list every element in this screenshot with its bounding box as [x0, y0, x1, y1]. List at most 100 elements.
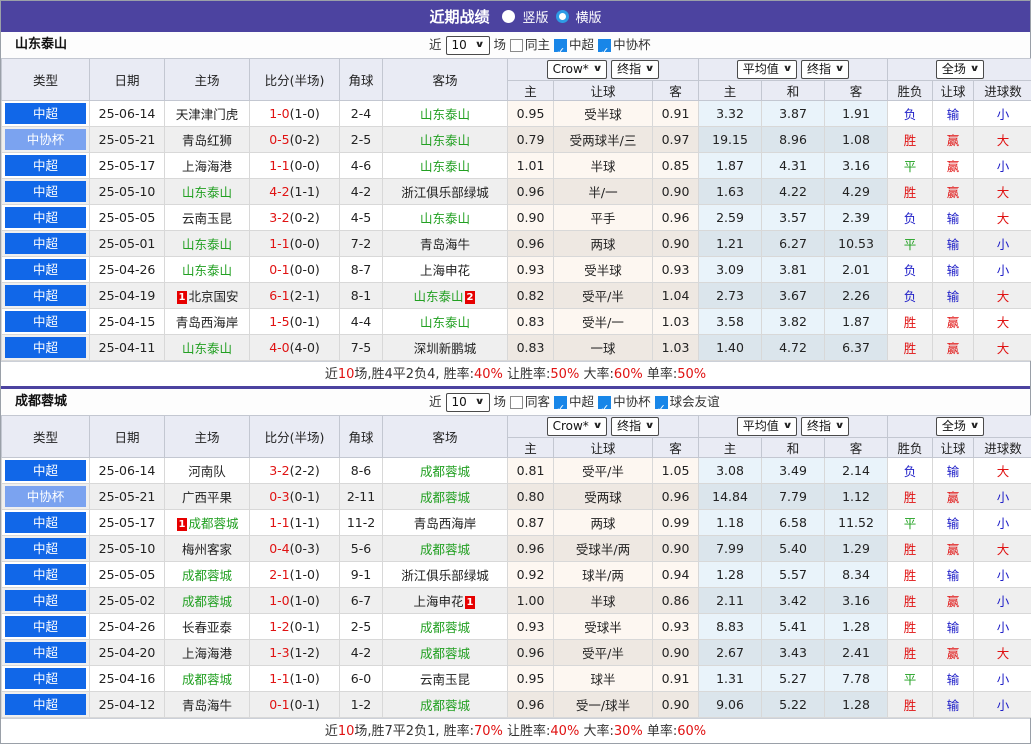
- match-count-select[interactable]: 10∨: [446, 393, 490, 412]
- league-checkbox[interactable]: 中协杯: [598, 389, 651, 415]
- competition-badge: 中超: [5, 155, 86, 176]
- away-odds-cell: 0.94: [653, 562, 699, 588]
- team-label: 青岛红狮: [182, 133, 232, 148]
- match-count-select[interactable]: 10∨: [446, 36, 490, 55]
- avg-away-cell: 3.16: [825, 153, 888, 179]
- result-cell: 平: [888, 666, 933, 692]
- halftime-score: (1-2): [290, 645, 320, 660]
- away-odds-cell: 0.96: [653, 205, 699, 231]
- checkbox-icon: [510, 396, 523, 409]
- average-select[interactable]: 平均值∨: [737, 60, 797, 79]
- result-cell: 负: [888, 283, 933, 309]
- type-cell: 中超: [2, 458, 90, 484]
- fulltime-group-header: 全场∨: [888, 59, 1031, 81]
- vertical-radio[interactable]: [502, 10, 515, 23]
- summary-segment: 场,胜7平2负1, 胜率:: [354, 724, 474, 739]
- chevron-down-icon: ∨: [782, 62, 792, 77]
- league-checkbox[interactable]: 球会友谊: [655, 389, 720, 415]
- avg-draw-cell: 6.27: [762, 231, 825, 257]
- match-row: 中超25-04-191北京国安6-1(2-1)8-1山东泰山20.82受平/半1…: [2, 283, 1031, 309]
- home-team-cell: 成都蓉城: [165, 562, 250, 588]
- col-avg-home: 主: [699, 438, 762, 458]
- result-cell: 胜: [888, 127, 933, 153]
- team-label: 梅州客家: [182, 542, 232, 557]
- league-checkbox[interactable]: 中超: [554, 389, 594, 415]
- goals-result-cell: 小: [974, 257, 1031, 283]
- date-cell: 25-04-26: [90, 257, 165, 283]
- summary-segment: 50%: [677, 367, 706, 382]
- horizontal-radio[interactable]: [556, 10, 569, 23]
- final-index-select-2[interactable]: 终指∨: [801, 417, 849, 436]
- col-avg-away: 客: [825, 438, 888, 458]
- avg-draw-cell: 5.57: [762, 562, 825, 588]
- fulltime-score: 1-1: [269, 158, 289, 173]
- team-label: 成都蓉城: [182, 594, 232, 609]
- halftime-score: (1-0): [290, 567, 320, 582]
- fulltime-select[interactable]: 全场∨: [936, 60, 984, 79]
- final-index-select-2[interactable]: 终指∨: [801, 60, 849, 79]
- home-odds-cell: 0.96: [508, 179, 554, 205]
- corner-cell: 6-0: [340, 666, 383, 692]
- col-date: 日期: [90, 416, 165, 458]
- result-cell: 胜: [888, 335, 933, 361]
- fulltime-select[interactable]: 全场∨: [936, 417, 984, 436]
- team-label: 山东泰山: [420, 133, 470, 148]
- team-label: 山东泰山: [414, 289, 464, 304]
- handicap-cell: 半球: [554, 153, 653, 179]
- type-cell: 中超: [2, 692, 90, 718]
- team-label: 成都蓉城: [420, 490, 470, 505]
- topbar: 近期战绩 竖版 横版: [1, 1, 1030, 32]
- average-select[interactable]: 平均值∨: [737, 417, 797, 436]
- league-checkbox[interactable]: 中超: [554, 32, 594, 58]
- date-cell: 25-05-10: [90, 179, 165, 205]
- home-odds-cell: 0.82: [508, 283, 554, 309]
- fulltime-score: 6-1: [269, 288, 289, 303]
- summary-segment: 大率:: [579, 724, 614, 739]
- final-index-select[interactable]: 终指∨: [611, 60, 659, 79]
- chevron-down-icon: ∨: [835, 419, 845, 434]
- goals-result-cell: 小: [974, 510, 1031, 536]
- same-venue-checkbox[interactable]: 同主: [510, 32, 550, 58]
- result-cell: 胜: [888, 588, 933, 614]
- goals-result-cell: 小: [974, 101, 1031, 127]
- away-team-cell: 成都蓉城: [383, 614, 508, 640]
- score-cell: 3-2(2-2): [250, 458, 340, 484]
- home-team-cell: 青岛西海岸: [165, 309, 250, 335]
- date-cell: 25-04-19: [90, 283, 165, 309]
- final-index-select[interactable]: 终指∨: [611, 417, 659, 436]
- home-odds-cell: 0.90: [508, 205, 554, 231]
- same-venue-checkbox[interactable]: 同客: [510, 389, 550, 415]
- type-cell: 中超: [2, 335, 90, 361]
- date-cell: 25-04-16: [90, 666, 165, 692]
- corner-cell: 9-1: [340, 562, 383, 588]
- handicap-cell: 两球: [554, 231, 653, 257]
- handicap-cell: 受两球: [554, 484, 653, 510]
- handicap-result-cell: 输: [933, 562, 974, 588]
- date-cell: 25-05-21: [90, 484, 165, 510]
- section-header-bar: 山东泰山 近 10∨ 场 同主 中超中协杯: [1, 32, 1030, 58]
- avg-draw-cell: 3.42: [762, 588, 825, 614]
- avg-home-cell: 1.31: [699, 666, 762, 692]
- date-cell: 25-05-17: [90, 153, 165, 179]
- handicap-result-cell: 赢: [933, 153, 974, 179]
- corner-cell: 2-4: [340, 101, 383, 127]
- home-odds-cell: 0.95: [508, 101, 554, 127]
- fulltime-score: 1-1: [269, 671, 289, 686]
- match-row: 中超25-04-26山东泰山0-1(0-0)8-7上海申花0.93受半球0.93…: [2, 257, 1031, 283]
- league-checkbox[interactable]: 中协杯: [598, 32, 651, 58]
- avg-away-cell: 3.16: [825, 588, 888, 614]
- match-count-value: 10: [452, 38, 467, 53]
- avg-away-cell: 2.41: [825, 640, 888, 666]
- away-odds-cell: 0.90: [653, 640, 699, 666]
- away-odds-cell: 0.96: [653, 484, 699, 510]
- team-label: 深圳新鹏城: [414, 341, 477, 356]
- competition-badge: 中超: [5, 460, 86, 481]
- away-team-cell: 上海申花1: [383, 588, 508, 614]
- handicap-result-cell: 赢: [933, 335, 974, 361]
- match-row: 中超25-04-11山东泰山4-0(4-0)7-5深圳新鹏城0.83一球1.03…: [2, 335, 1031, 361]
- match-row: 中超25-05-17上海海港1-1(0-0)4-6山东泰山1.01半球0.851…: [2, 153, 1031, 179]
- home-team-cell: 青岛海牛: [165, 692, 250, 718]
- team-label: 上海申花: [420, 263, 470, 278]
- team-label: 山东泰山: [420, 159, 470, 174]
- away-team-cell: 深圳新鹏城: [383, 335, 508, 361]
